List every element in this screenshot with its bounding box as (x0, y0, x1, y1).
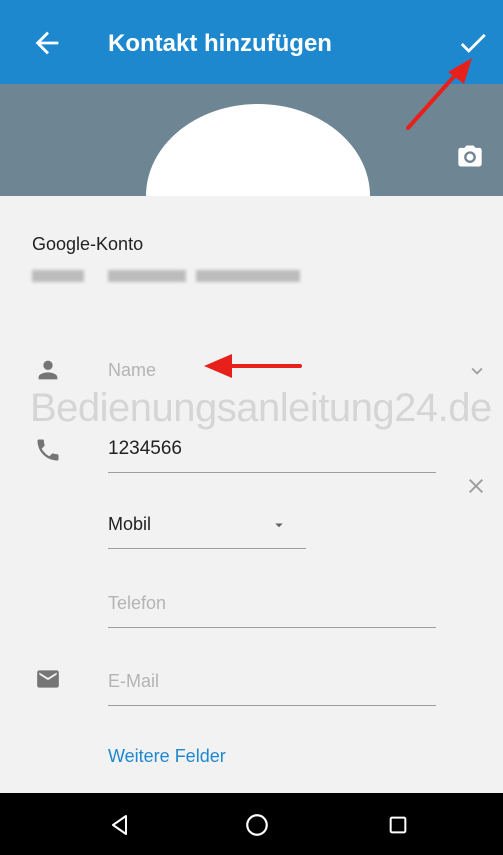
nav-back-icon[interactable] (108, 813, 132, 837)
phone-input[interactable]: 1234566 (108, 438, 182, 460)
phone-type-underline (108, 548, 306, 549)
account-label: Google-Konto (32, 234, 144, 254)
phone-input-underline (108, 472, 436, 473)
nav-recents-icon[interactable] (387, 814, 409, 836)
annotation-arrow-name (204, 354, 302, 378)
phone-type-select[interactable]: Mobil (108, 514, 151, 535)
page-title: Kontakt hinzufügen (108, 30, 332, 57)
name-input[interactable]: Name (108, 360, 156, 381)
person-icon (38, 360, 58, 380)
avatar-placeholder[interactable] (146, 104, 370, 196)
account-email-redacted (32, 269, 300, 283)
account-section[interactable]: Google-Konto (32, 234, 300, 283)
annotation-arrow-check (406, 58, 472, 130)
phone2-input-underline (108, 627, 436, 628)
watermark: Bedienungsanleitung24.de (30, 386, 492, 430)
email-input-underline (108, 705, 436, 706)
close-icon[interactable] (464, 474, 488, 498)
more-fields-link[interactable]: Weitere Felder (108, 746, 226, 767)
arrow-left-icon[interactable] (30, 26, 64, 60)
email-input[interactable]: E-Mail (108, 671, 159, 692)
nav-home-icon[interactable] (244, 812, 270, 838)
chevron-down-icon[interactable] (466, 360, 488, 382)
system-nav-bar (0, 793, 503, 855)
phone-icon (37, 439, 59, 461)
phone2-input[interactable]: Telefon (108, 593, 166, 614)
camera-icon[interactable] (454, 142, 486, 170)
email-icon (37, 670, 59, 688)
dropdown-arrow-icon[interactable] (270, 516, 288, 534)
